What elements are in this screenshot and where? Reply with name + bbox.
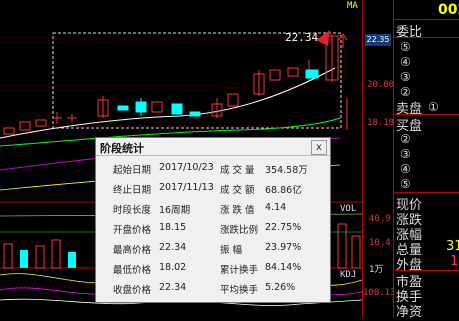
- stat-value: 4.14: [265, 202, 287, 213]
- stat-value: 18.02: [159, 262, 187, 273]
- volume-bar: [35, 245, 45, 269]
- quote-panel: 002 委比 ⑤ ④ ③ ② 卖盘 ① 买盘 ② ③ ④ ⑤ 现价 涨跌 涨幅 …: [394, 0, 459, 320]
- buy-level: ④: [400, 162, 411, 176]
- buy-level: ⑤: [400, 177, 411, 191]
- axis-label: 40.9: [369, 214, 391, 224]
- stat-label: 收盘价格: [113, 285, 152, 296]
- stat-label: 涨跌比例: [220, 225, 259, 236]
- stat-value-fragment: 31: [446, 239, 459, 254]
- stock-code: 002: [438, 2, 459, 18]
- stat-value: 2017/10/23: [159, 162, 214, 173]
- stat-label: 振 幅: [220, 245, 243, 256]
- stat-value: 22.34: [159, 242, 187, 253]
- candle: [151, 101, 163, 113]
- kdj-indicator-label: KDJ: [340, 270, 357, 280]
- buy-level: ②: [400, 132, 411, 146]
- volume-bar: [351, 235, 361, 269]
- stat-label: 成 交 额: [220, 185, 255, 196]
- stat-value: 354.58万: [265, 165, 308, 176]
- axis-label: 10.4: [369, 238, 391, 248]
- stat-label: 最高价格: [113, 245, 152, 256]
- stat-value: 22.75%: [265, 222, 302, 233]
- axis-label: 18.18: [367, 118, 395, 128]
- stat-label: 时段长度: [113, 205, 152, 216]
- stat-value-fragment: 1: [450, 254, 459, 269]
- stat-label: 开盘价格: [113, 225, 152, 236]
- candle: [227, 93, 239, 107]
- candle: [305, 69, 319, 79]
- sell-level: ③: [400, 70, 411, 84]
- candle: [3, 127, 15, 135]
- stat-label: 平均换手: [220, 285, 259, 296]
- stat-label: 净资: [396, 305, 423, 320]
- axis-label: 1万: [369, 265, 384, 275]
- candle: [189, 111, 201, 117]
- stat-value: 84.14%: [265, 262, 302, 273]
- stage-stats-dialog[interactable]: 阶段统计 x 起始日期 2017/10/23 终止日期 2017/11/13 时段长度 1…: [95, 137, 331, 303]
- price-axis: 20.00 18.18 40.9 10.4 1万 100.13: [362, 0, 396, 317]
- sell-level: ④: [400, 55, 411, 69]
- candle: [269, 69, 281, 81]
- stat-label: 起始日期: [113, 165, 152, 176]
- candles: [3, 34, 348, 135]
- axis-label: 100.13: [363, 288, 396, 298]
- stat-label: 最低价格: [113, 265, 152, 276]
- volume-bar: [3, 243, 13, 269]
- candle: [171, 103, 183, 115]
- ma-label: MA: [347, 1, 358, 11]
- current-price-tag: 22.35: [365, 34, 391, 46]
- volume-bar: [51, 239, 61, 269]
- candle: [35, 119, 47, 127]
- sell-level: ②: [400, 85, 411, 99]
- candle: [287, 67, 299, 77]
- volume-bar: [337, 223, 347, 269]
- stat-value: 23.97%: [265, 242, 302, 253]
- stat-value: 16周期: [159, 205, 191, 216]
- axis-label: 20.00: [367, 80, 395, 90]
- sell-level: ①: [428, 100, 439, 114]
- stat-value: 68.86亿: [265, 185, 302, 196]
- dialog-divider: [96, 155, 330, 156]
- vol-indicator-label: VOL: [340, 204, 357, 214]
- stat-label: 终止日期: [113, 185, 152, 196]
- stat-value: 2017/11/13: [159, 182, 214, 193]
- candle: [117, 105, 129, 111]
- stat-value: 22.34: [159, 282, 187, 293]
- volume-bar: [20, 250, 28, 268]
- volume-bar: [68, 252, 76, 268]
- high-marker-icon: [338, 33, 348, 48]
- sell-level: ⑤: [400, 40, 411, 54]
- stat-value: 18.15: [159, 222, 187, 233]
- stat-value: 5.26%: [265, 282, 296, 293]
- price-marker-label: 22.34: [285, 31, 319, 44]
- dialog-title: 阶段统计: [100, 142, 144, 155]
- stat-label: 成 交 量: [220, 165, 255, 176]
- stat-label: 累计换手: [220, 265, 259, 276]
- buy-level: ③: [400, 147, 411, 161]
- stat-label: 涨 跌 值: [220, 205, 255, 216]
- close-button[interactable]: x: [311, 140, 327, 155]
